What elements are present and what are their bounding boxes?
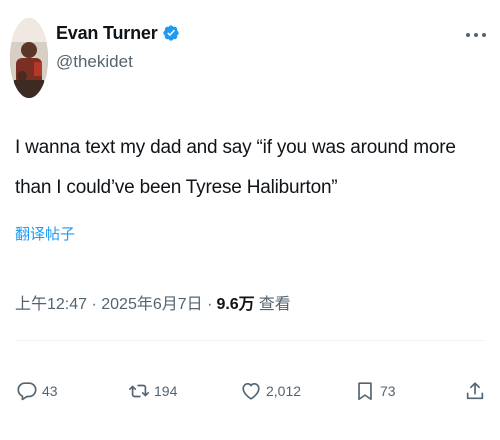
share-icon: [466, 382, 484, 400]
more-dot: [482, 33, 486, 37]
bookmark-icon: [358, 382, 372, 401]
tweet-meta: 上午12:47 · 2025年6月7日 · 9.6万 查看: [15, 290, 291, 314]
reply-icon: [17, 382, 37, 401]
translate-post-link[interactable]: 翻译帖子: [15, 223, 75, 244]
bookmark-button[interactable]: 73: [354, 380, 396, 402]
retweet-icon: [129, 384, 149, 398]
more-dot: [474, 33, 478, 37]
retweet-count: 194: [154, 383, 178, 399]
display-name[interactable]: Evan Turner: [56, 23, 158, 44]
reply-count: 43: [42, 383, 58, 399]
action-bar: 43 194 2,012 73: [0, 380, 500, 420]
views-label: 查看: [258, 296, 291, 313]
user-block: Evan Turner @thekidet: [56, 20, 180, 72]
verified-badge-icon: [162, 24, 180, 42]
display-name-row: Evan Turner: [56, 20, 180, 46]
tweet-header: Evan Turner @thekidet: [10, 14, 490, 98]
like-count: 2,012: [266, 383, 302, 399]
more-dot: [466, 33, 470, 37]
share-button[interactable]: [464, 380, 486, 402]
divider: [15, 340, 485, 341]
handle[interactable]: @thekidet: [56, 52, 180, 72]
more-options-icon[interactable]: [466, 32, 486, 38]
like-button[interactable]: 2,012: [240, 380, 301, 402]
tweet-card: Evan Turner @thekidet I wanna text my da…: [0, 0, 500, 440]
like-icon: [242, 383, 260, 400]
avatar-photo: [10, 18, 48, 98]
avatar[interactable]: [10, 18, 48, 98]
tweet-text: I wanna text my dad and say “if you was …: [15, 137, 456, 198]
views-count: 9.6万: [216, 296, 255, 313]
bookmark-count: 73: [380, 383, 396, 399]
timestamp[interactable]: 上午12:47 · 2025年6月7日 ·: [15, 290, 212, 314]
reply-button[interactable]: 43: [16, 380, 58, 402]
retweet-button[interactable]: 194: [128, 380, 177, 402]
